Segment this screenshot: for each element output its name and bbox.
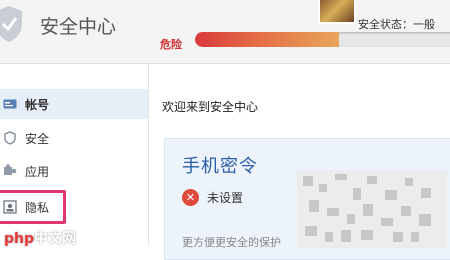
- security-status-label: 安全状态：一般: [358, 18, 435, 31]
- security-level-fill: [195, 32, 340, 47]
- shield-logo-icon: [0, 4, 24, 44]
- card-status-text: 未设置: [207, 191, 244, 205]
- sidebar-item-security[interactable]: 安全: [0, 123, 148, 153]
- main-content: 欢迎来到安全中心 手机密令 ✕ 未设置 更方便更安全的保护: [149, 64, 450, 260]
- danger-label: 危险: [160, 38, 182, 51]
- privacy-highlight-box: [0, 190, 66, 224]
- avatar[interactable]: [318, 0, 356, 24]
- sidebar-item-apps[interactable]: 应用: [0, 156, 148, 186]
- welcome-heading: 欢迎来到安全中心: [162, 100, 259, 114]
- app-title: 安全中心: [40, 16, 117, 38]
- sidebar-item-label: 帐号: [25, 97, 50, 112]
- header: 安全中心 安全状态：一般 危险: [0, 0, 450, 64]
- security-level-meter: [195, 32, 450, 47]
- sidebar-item-account[interactable]: 帐号: [0, 89, 148, 119]
- card-icon: [3, 97, 17, 111]
- shield-icon: [3, 131, 17, 145]
- sidebar-item-label: 应用: [25, 164, 50, 179]
- qr-code-image: [297, 170, 447, 248]
- sidebar-item-label: 安全: [25, 131, 50, 146]
- card-description: 更方便更安全的保护: [182, 236, 281, 249]
- card-status-row: ✕ 未设置: [182, 189, 243, 206]
- watermark: php中文网: [4, 231, 77, 247]
- card-title: 手机密令: [182, 156, 258, 177]
- sidebar: 帐号 安全 应用 隐私: [0, 64, 149, 246]
- error-x-icon: ✕: [182, 189, 199, 206]
- puzzle-icon: [3, 164, 17, 178]
